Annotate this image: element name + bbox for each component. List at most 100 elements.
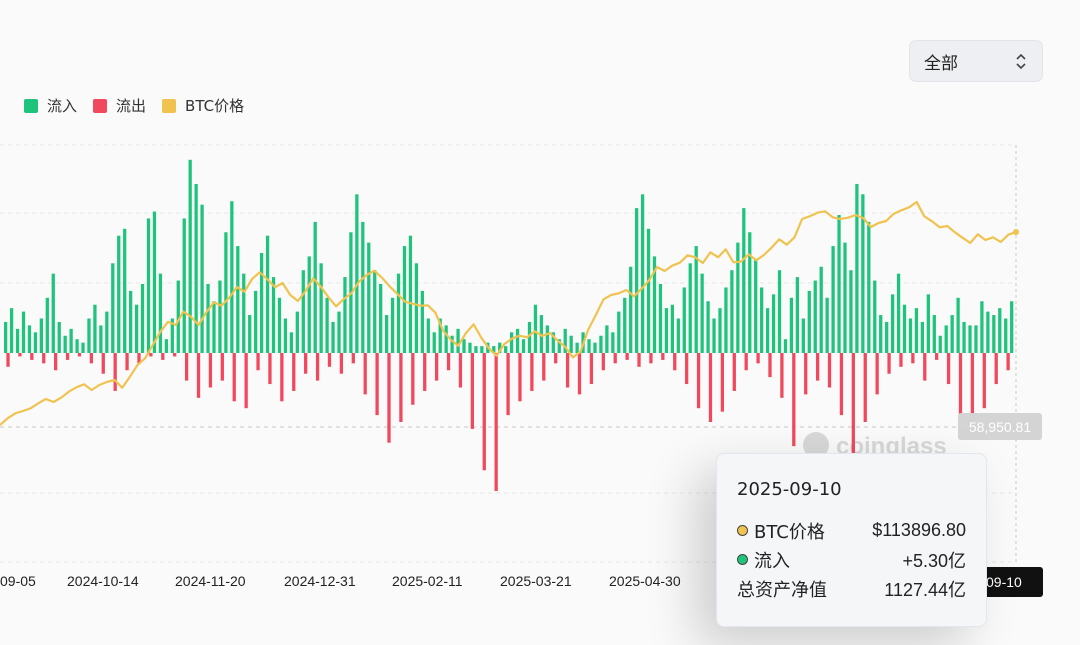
inflow-bar [331, 321, 335, 353]
outflow-bar [65, 353, 70, 360]
inflow-bar [885, 321, 889, 353]
inflow-bar [254, 290, 258, 353]
inflow-bar [664, 308, 669, 353]
tooltip-label-btc-price: BTC价格 [754, 521, 825, 543]
inflow-bar [21, 311, 26, 353]
inflow-bar [510, 332, 514, 353]
inflow-bar [355, 194, 359, 353]
inflow-bar [938, 335, 942, 353]
inflow-bar [521, 339, 526, 353]
inflow-bar [986, 311, 990, 353]
inflow-bar [944, 325, 948, 353]
outflow-bar [577, 353, 582, 395]
outflow-bar [161, 353, 165, 360]
inflow-bar [164, 339, 169, 353]
inflow-bar [390, 297, 395, 353]
outflow-bar [839, 353, 844, 416]
inflow-bar [343, 277, 347, 353]
inflow-bar [623, 297, 627, 353]
inflow-bar [194, 183, 198, 353]
inflow-bar [33, 332, 38, 353]
outflow-bar [268, 353, 272, 385]
outflow-bar [661, 353, 665, 360]
outflow-bar [649, 353, 653, 364]
outflow-bar [696, 353, 701, 409]
inflow-bar [45, 297, 49, 353]
inflow-bar [635, 208, 639, 353]
outflow-bar [18, 353, 22, 357]
inflow-bar [629, 266, 633, 353]
inflow-bar [105, 311, 109, 353]
inflow-bar [819, 266, 823, 353]
outflow-bar [54, 353, 58, 371]
outflow-bar [125, 353, 129, 371]
inflow-bar [75, 339, 79, 353]
inflow-bar [313, 221, 317, 353]
inflow-bar [277, 297, 282, 353]
outflow-bar [256, 353, 260, 371]
inflow-bar [468, 342, 472, 353]
outflow-bar [613, 353, 617, 364]
inflow-bar [736, 242, 740, 353]
inflow-bar [712, 318, 716, 353]
inflow-bar [724, 287, 728, 353]
inflow-bar [129, 290, 133, 353]
x-tick-label: 2025-03-21 [500, 573, 572, 589]
outflow-bar [518, 353, 522, 402]
inflow-bar [301, 270, 305, 353]
inflow-bar [849, 270, 853, 353]
tooltip-label-net-assets: 总资产净值 [737, 579, 827, 601]
outflow-bar [506, 353, 510, 416]
tooltip-value-btc-price: $113896.80 [872, 520, 966, 540]
outflow-bar [387, 353, 391, 443]
inflow-bar [319, 263, 323, 353]
inflow-bar [813, 280, 817, 353]
inflow-bar [587, 339, 591, 353]
inflow-bar [968, 325, 972, 353]
outflow-bar [589, 353, 594, 385]
tooltip-date: 2025-09-10 [737, 479, 842, 500]
inflow-bar [843, 242, 847, 353]
outflow-bar [244, 353, 248, 409]
inflow-bar [188, 159, 192, 353]
inflow-bar [242, 273, 246, 353]
outflow-bar [30, 353, 34, 360]
inflow-bar [777, 270, 782, 353]
x-tick-label: 2024-11-20 [175, 573, 246, 589]
inflow-bar [611, 332, 615, 353]
inflow-bar [414, 263, 419, 353]
inflow-bar [783, 339, 788, 353]
inflow-bar [379, 284, 383, 353]
outflow-bar [780, 353, 784, 398]
inflow-bar [224, 232, 228, 353]
outflow-bar [899, 353, 903, 367]
outflow-bar [280, 353, 284, 402]
inflow-bar [367, 242, 371, 353]
inflow-bar [4, 321, 8, 353]
inflow-bar [926, 294, 930, 353]
outflow-bar [756, 353, 760, 364]
x-tick-label: 2025-04-30 [609, 573, 681, 589]
inflow-bar [605, 325, 609, 353]
outflow-bar [77, 353, 82, 357]
btc-price-endpoint [1013, 229, 1019, 235]
outflow-bar [935, 353, 939, 360]
outflow-bar [720, 353, 725, 412]
inflow-bar [515, 328, 520, 353]
inflow-bar [617, 311, 621, 353]
inflow-bar [504, 346, 508, 353]
tooltip-dot-inflow [737, 554, 748, 565]
outflow-bar [315, 353, 320, 381]
inflow-bar [962, 321, 966, 353]
inflow-bar [480, 346, 484, 353]
inflow-bar [658, 284, 663, 353]
inflow-bar [902, 304, 907, 353]
inflow-bar [730, 270, 734, 353]
outflow-bar [434, 353, 439, 381]
outflow-bar [399, 353, 403, 422]
inflow-bar [950, 315, 954, 353]
inflow-bar [795, 277, 800, 353]
inflow-bar [295, 311, 299, 353]
outflow-bar [173, 353, 177, 357]
outflow-bar [42, 353, 46, 364]
